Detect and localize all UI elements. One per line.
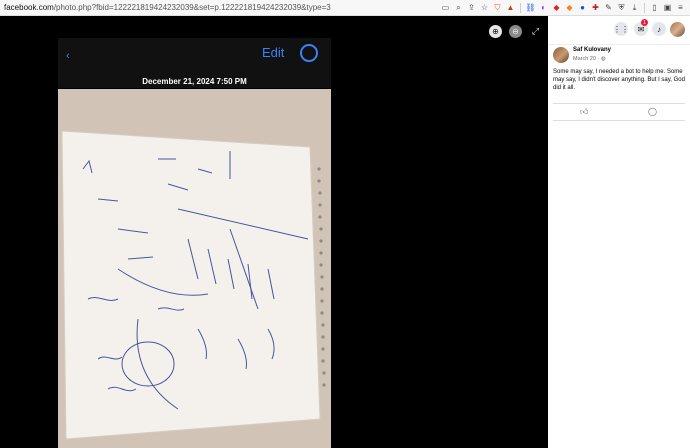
extension-red-icon[interactable]: ◆ bbox=[551, 2, 562, 13]
vpn-shield-icon[interactable]: ⛨ bbox=[616, 2, 627, 13]
comment-icon[interactable]: ◯ bbox=[648, 107, 657, 116]
bell-icon[interactable]: ♪ bbox=[652, 22, 666, 36]
avatar[interactable] bbox=[553, 47, 569, 63]
fullscreen-icon[interactable]: ⤢ bbox=[529, 25, 542, 38]
extension-blue-icon[interactable]: ● bbox=[577, 2, 588, 13]
back-chevron-icon: ‹ bbox=[66, 50, 70, 62]
photo-edit-label: Edit bbox=[262, 45, 285, 60]
sidebar-toggle-icon[interactable]: ▯ bbox=[649, 2, 660, 13]
share-icon[interactable]: ⇪ bbox=[466, 2, 477, 13]
link-icon[interactable]: ⛓ bbox=[525, 2, 536, 13]
brave-shield-icon[interactable]: ⛉ bbox=[492, 2, 503, 13]
photo-viewer: ⊕ ⊖ ⤢ December 21, 2024 7:50 PM ‹ Edit bbox=[0, 16, 548, 448]
notebook-photo[interactable] bbox=[58, 89, 331, 448]
extension-purple-icon[interactable]: ◐ bbox=[538, 2, 549, 13]
url-path: /photo.php?fbid=122221819424232039&set=p… bbox=[53, 3, 331, 12]
pen-icon[interactable]: ✎ bbox=[603, 2, 614, 13]
zoom-icon[interactable]: ⌕ bbox=[453, 2, 464, 13]
post-author[interactable]: Saf Kulovany bbox=[573, 47, 611, 53]
address-bar[interactable]: facebook.com/photo.php?fbid=122221819424… bbox=[0, 3, 440, 12]
extension-red-icon-2[interactable]: ✚ bbox=[590, 2, 601, 13]
globe-icon: ◍ bbox=[600, 56, 606, 62]
menu-icon[interactable]: ≡ bbox=[675, 2, 686, 13]
browser-toolbar: facebook.com/photo.php?fbid=122221819424… bbox=[0, 0, 690, 16]
divider-2 bbox=[553, 120, 685, 121]
metamask-icon[interactable]: ◆ bbox=[564, 2, 575, 13]
cast-icon[interactable]: ▭ bbox=[440, 2, 451, 13]
apps-grid-icon[interactable]: ⋮⋮ bbox=[613, 22, 629, 36]
phone-photo-header: December 21, 2024 7:50 PM bbox=[58, 38, 331, 88]
post-side-panel: ⋮⋮ ✉ 1 ♪ Saf Kulovany March 20 · ◍ Some … bbox=[548, 16, 690, 448]
url-host: facebook.com bbox=[4, 3, 54, 12]
phone-circle-icon bbox=[300, 44, 318, 62]
toolbar-divider-2 bbox=[644, 2, 645, 13]
post-text: Some may say, I needed a bot to help me.… bbox=[553, 69, 685, 91]
bookmark-star-icon[interactable]: ☆ bbox=[479, 2, 490, 13]
download-icon[interactable]: ⤓ bbox=[629, 2, 640, 13]
zoom-in-icon[interactable]: ⊕ bbox=[489, 25, 502, 38]
zoom-out-icon[interactable]: ⊖ bbox=[509, 25, 522, 38]
wallet-icon[interactable]: ▣ bbox=[662, 2, 673, 13]
notification-badge: 1 bbox=[641, 19, 648, 26]
divider bbox=[553, 103, 685, 104]
photo-date-label: December 21, 2024 7:50 PM bbox=[142, 77, 247, 86]
post-date-text: March 20 · bbox=[573, 56, 601, 62]
warning-icon[interactable]: ▲ bbox=[505, 2, 516, 13]
post-date[interactable]: March 20 · ◍ bbox=[573, 56, 606, 62]
toolbar-divider bbox=[520, 2, 521, 13]
profile-avatar[interactable] bbox=[670, 22, 685, 37]
like-icon[interactable]: 👍︎ bbox=[580, 107, 588, 117]
